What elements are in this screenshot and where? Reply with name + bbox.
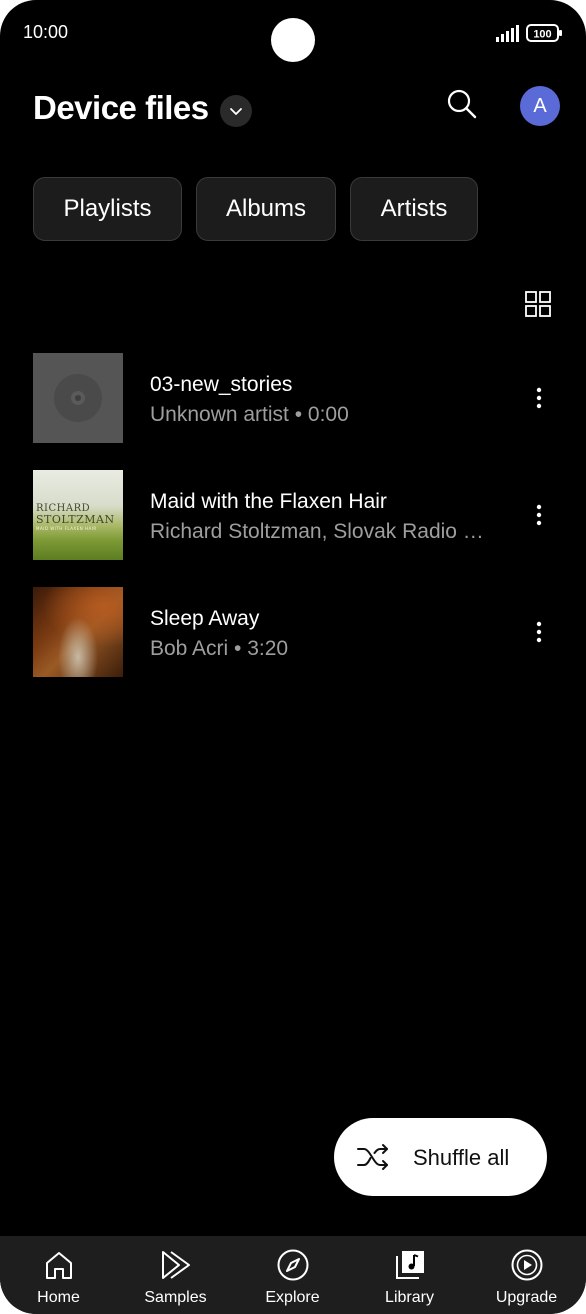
grid-icon (525, 291, 551, 317)
song-subtitle: Bob Acri • 3:20 (150, 637, 289, 660)
song-row[interactable]: RICHARD STOLTZMAN MAID WITH FLAXEN HAIR … (0, 470, 586, 560)
song-subtitle: Richard Stoltzman, Slovak Radio … (150, 520, 484, 543)
shuffle-all-label: Shuffle all (413, 1145, 510, 1170)
status-bar: 10:00 100 (0, 0, 586, 66)
signal-icon (496, 25, 519, 42)
nav-explore[interactable]: Explore (234, 1236, 351, 1314)
more-vert-icon (536, 621, 542, 643)
status-time: 10:00 (23, 22, 69, 42)
search-button[interactable] (442, 84, 482, 124)
nav-library[interactable]: Library (351, 1236, 468, 1314)
more-options-button[interactable] (524, 498, 554, 532)
phone-screen: 10:00 100 Device files A Playlists Album… (0, 0, 586, 1314)
compass-icon (277, 1249, 308, 1281)
song-title: Maid with the Flaxen Hair (150, 490, 387, 513)
shuffle-all-button[interactable]: Shuffle all (334, 1118, 547, 1196)
nav-label: Explore (265, 1289, 320, 1306)
bottom-navigation: Home Samples Explore Library Upgrade (0, 1236, 586, 1314)
nav-home[interactable]: Home (0, 1236, 117, 1314)
more-options-button[interactable] (524, 615, 554, 649)
battery-level: 100 (533, 29, 551, 41)
camera-cutout (271, 18, 315, 62)
album-art-text: STOLTZMAN (36, 513, 115, 526)
chip-albums[interactable]: Albums (196, 177, 336, 241)
nav-label: Upgrade (495, 1289, 558, 1306)
shuffle-icon (357, 1144, 388, 1170)
avatar[interactable]: A (520, 86, 560, 126)
nav-upgrade[interactable]: Upgrade (468, 1236, 585, 1314)
title-dropdown-button[interactable] (220, 95, 252, 127)
upgrade-icon (511, 1249, 542, 1281)
album-art-text: MAID WITH FLAXEN HAIR (36, 526, 97, 531)
song-row[interactable]: Sleep Away Bob Acri • 3:20 (0, 587, 586, 677)
chip-playlists[interactable]: Playlists (33, 177, 182, 241)
song-thumbnail: RICHARD STOLTZMAN MAID WITH FLAXEN HAIR (33, 470, 123, 560)
home-icon (45, 1252, 72, 1279)
nav-label: Home (37, 1289, 80, 1306)
song-title: Sleep Away (150, 607, 260, 630)
nav-label: Samples (144, 1289, 207, 1306)
more-vert-icon (536, 504, 542, 526)
search-icon (447, 89, 477, 119)
more-vert-icon (536, 387, 542, 409)
disc-icon (54, 374, 102, 422)
song-thumbnail (33, 587, 123, 677)
chevron-down-icon (230, 108, 242, 115)
battery-icon: 100 (526, 24, 562, 42)
song-subtitle: Unknown artist • 0:00 (150, 403, 349, 426)
more-options-button[interactable] (524, 381, 554, 415)
nav-label: Library (385, 1289, 434, 1306)
chip-artists[interactable]: Artists (350, 177, 478, 241)
song-row[interactable]: 03-new_stories Unknown artist • 0:00 (0, 353, 586, 443)
grid-view-button[interactable] (520, 286, 556, 322)
page-title: Device files (33, 89, 209, 126)
nav-samples[interactable]: Samples (117, 1236, 234, 1314)
library-icon (395, 1251, 424, 1279)
song-thumbnail (33, 353, 123, 443)
song-title: 03-new_stories (150, 373, 293, 396)
samples-icon (161, 1251, 190, 1279)
